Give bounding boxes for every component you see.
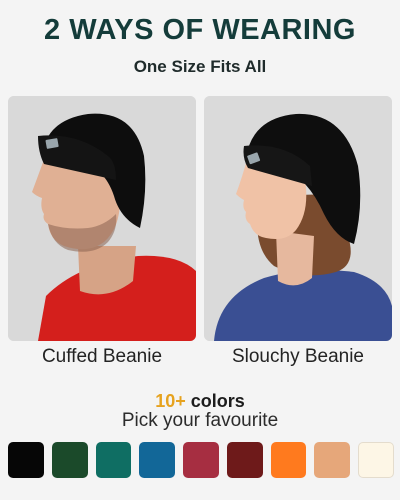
color-swatch-cream[interactable] — [358, 442, 395, 478]
color-swatch-row — [8, 442, 395, 478]
color-swatch-blue[interactable] — [139, 442, 176, 478]
pick-favourite-text: Pick your favourite — [121, 410, 279, 431]
colors-count-word: colors — [190, 391, 245, 411]
color-swatch-red[interactable] — [183, 442, 219, 478]
cuffed-beanie-caption: Cuffed Beanie — [41, 346, 163, 367]
page-title: 2 WAYS OF WEARING — [44, 14, 356, 46]
page-subtitle: One Size Fits All — [133, 57, 267, 76]
color-swatch-teal[interactable] — [95, 442, 132, 478]
cuffed-beanie-photo — [8, 96, 196, 341]
slouchy-beanie-photo — [204, 96, 392, 341]
color-swatch-tan[interactable] — [314, 442, 351, 478]
slouchy-beanie-caption: Slouchy Beanie — [231, 346, 365, 367]
color-swatch-orange[interactable] — [270, 442, 307, 478]
color-swatch-black[interactable] — [8, 442, 44, 478]
color-swatch-dark-green[interactable] — [51, 442, 88, 478]
colors-count-number: 10+ — [155, 391, 186, 411]
color-swatch-maroon[interactable] — [226, 442, 263, 478]
colors-count: 10+ colors — [0, 391, 400, 412]
